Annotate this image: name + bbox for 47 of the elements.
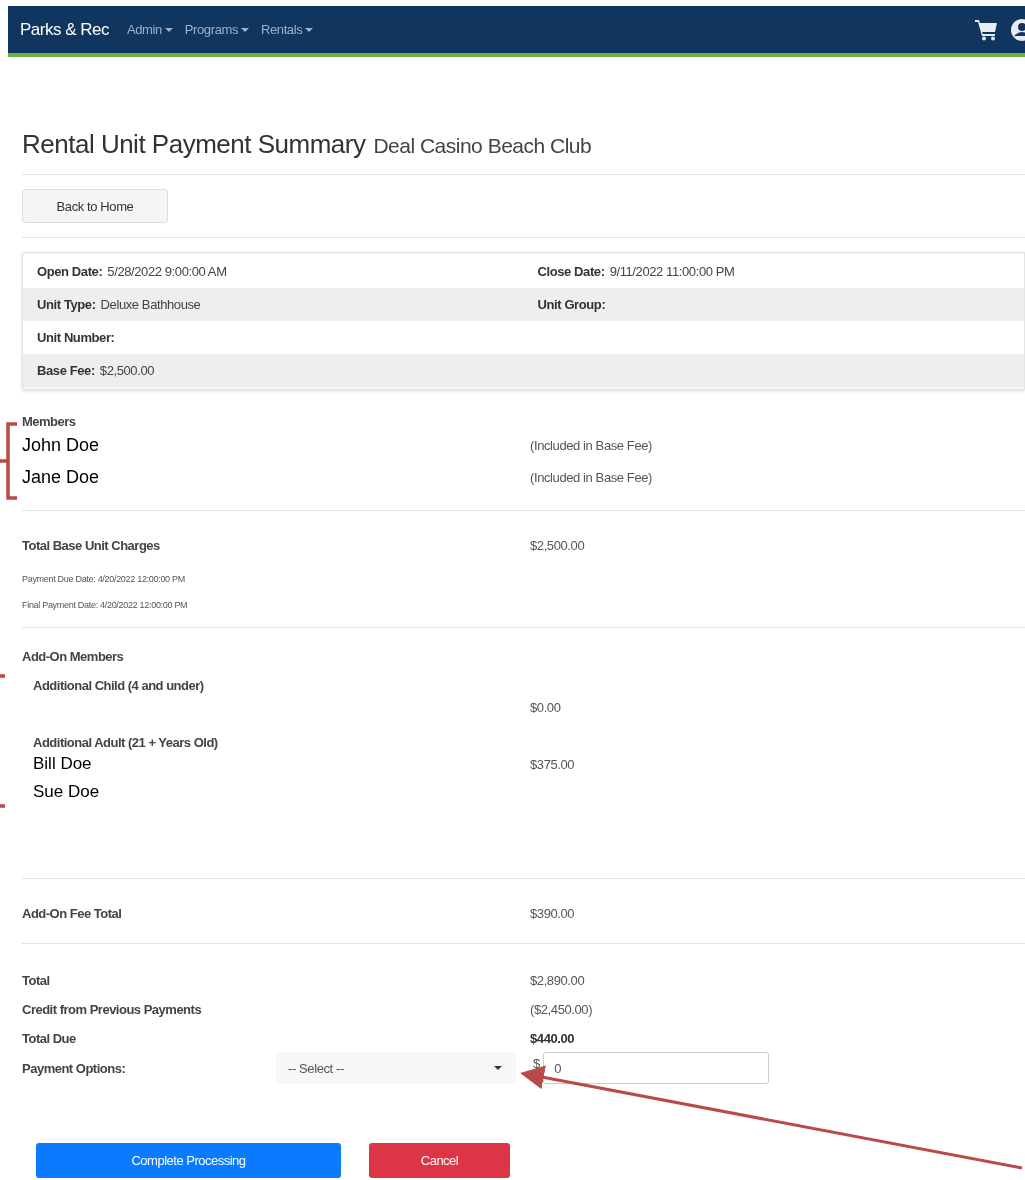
total-amount: ($2,450.00)	[530, 1001, 593, 1017]
field-label: Open Date:	[37, 264, 103, 279]
date-text: Payment Due Date: 4/20/2022 12:00:00 PM	[22, 574, 186, 584]
nav-menu[interactable]: Admin	[127, 22, 173, 37]
total-label: Add-On Fee Total	[22, 906, 122, 921]
member-name: John Doe	[22, 434, 100, 455]
payment-label: Payment Options:	[22, 1060, 127, 1076]
group-title: Additional Adult (21 + Years Old)	[33, 735, 219, 750]
total-amount: $390.00	[530, 906, 575, 921]
field-label: Unit Group:	[537, 297, 606, 312]
amount-field[interactable]: 0	[543, 1052, 770, 1084]
group-amount: $0.00	[530, 700, 561, 715]
currency-sign: $	[533, 1055, 541, 1071]
page-title: Rental Unit Payment Summary	[22, 129, 366, 160]
field-value: 5/28/2022 9:00:00 AM	[107, 264, 227, 279]
total-label: Total Due	[22, 1030, 76, 1046]
section-heading: Add-On Members	[22, 649, 125, 664]
charges-amount: $2,500.00	[530, 538, 585, 553]
back-button[interactable]: Back to Home	[22, 189, 168, 223]
brand-link[interactable]: Parks & Rec	[20, 19, 109, 40]
group-amount: $375.00	[530, 757, 575, 772]
field-value: 9/11/2022 11:00:00 PM	[609, 264, 735, 279]
member-name: Bill Doe	[33, 754, 92, 773]
section-heading: Members	[22, 414, 77, 429]
total-label: Credit from Previous Payments	[22, 1001, 202, 1017]
member-name: Jane Doe	[22, 466, 100, 487]
fee-note: (Included in Base Fee)	[530, 438, 652, 453]
field-value: $2,500.00	[99, 363, 155, 378]
total-amount: $2,890.00	[530, 972, 585, 988]
total-amount: $440.00	[530, 1030, 575, 1046]
date-text: Final Payment Date: 4/20/2022 12:00:00 PM	[22, 600, 189, 610]
charges-label: Total Base Unit Charges	[22, 538, 160, 553]
field-label: Unit Number:	[37, 330, 115, 345]
field-label: Unit Type:	[37, 297, 96, 312]
group-title: Additional Child (4 and under)	[33, 678, 205, 693]
payment-select[interactable]: -- Select --	[276, 1052, 516, 1084]
field-label: Close Date:	[537, 264, 605, 279]
cancel-button[interactable]: Cancel	[369, 1143, 510, 1178]
complete-button[interactable]: Complete Processing	[36, 1143, 341, 1178]
member-name: Sue Doe	[33, 782, 100, 801]
nav-menu[interactable]: Programs	[184, 22, 249, 37]
nav-menu[interactable]: Rentals	[261, 22, 314, 37]
field-label: Base Fee:	[37, 363, 95, 378]
field-value: Deluxe Bathhouse	[100, 297, 201, 312]
page-subtitle: Deal Casino Beach Club	[373, 134, 592, 158]
total-label: Total	[22, 972, 50, 988]
fee-note: (Included in Base Fee)	[530, 470, 652, 485]
